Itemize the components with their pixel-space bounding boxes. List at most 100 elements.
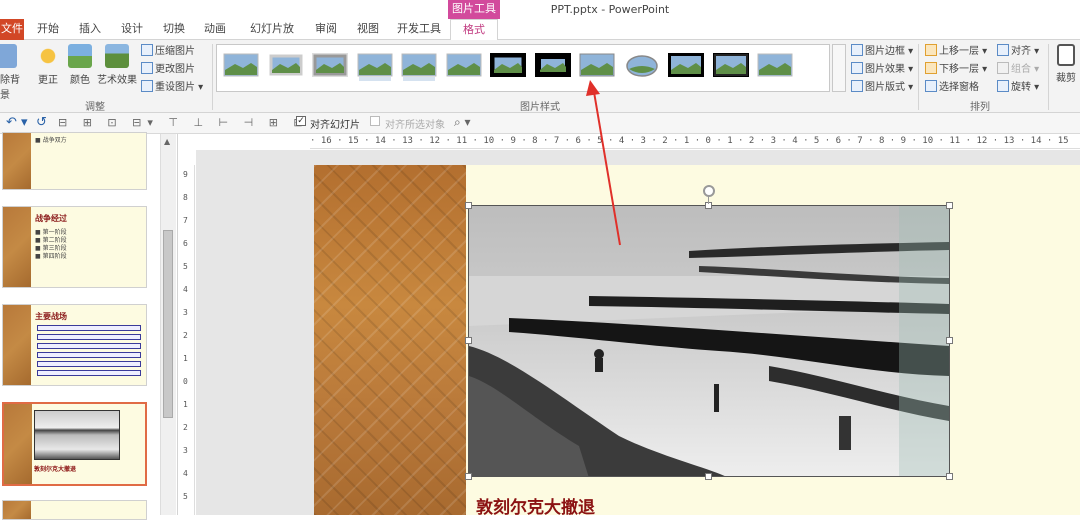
style-thumbnail-svg <box>267 53 304 77</box>
picture-style-option[interactable] <box>401 53 437 81</box>
undo-icon[interactable]: ↶ ▾ <box>6 115 28 130</box>
ruler-tick: 9 <box>183 170 188 179</box>
slide-thumbnail[interactable]: ■ 战争双方 <box>2 132 147 190</box>
slide-bark-decoration <box>3 207 31 287</box>
tab-insert[interactable]: 插入 <box>78 19 102 40</box>
picture-style-option[interactable] <box>445 53 482 81</box>
ruler-tick: 2 <box>183 423 188 432</box>
style-thumbnail-svg <box>623 53 660 77</box>
selected-picture[interactable] <box>468 205 950 477</box>
border-label: 图片边框 <box>865 46 905 57</box>
picture-style-option[interactable] <box>267 53 304 81</box>
tab-design[interactable]: 设计 <box>120 19 144 40</box>
compress-pictures-button[interactable]: 压缩图片 <box>141 43 195 60</box>
picture-style-option[interactable] <box>623 53 660 81</box>
selection-pane-button[interactable]: 选择窗格 <box>925 79 979 96</box>
color-button[interactable]: 颜色 <box>64 42 96 86</box>
slide-thumbnail[interactable]: 主要战场 <box>2 304 147 386</box>
ruler-tick: 5 <box>183 492 188 501</box>
slide-bark-decoration <box>3 305 31 385</box>
rotate-button[interactable]: 旋转 ▾ <box>997 79 1039 96</box>
style-thumbnail-svg <box>445 53 482 77</box>
resize-handle[interactable] <box>705 473 712 480</box>
change-picture-button[interactable]: 更改图片 <box>141 61 195 78</box>
resize-handle[interactable] <box>465 337 472 344</box>
tab-file[interactable]: 文件 <box>0 19 24 40</box>
resize-handle[interactable] <box>946 473 953 480</box>
selection-pane-label: 选择窗格 <box>939 82 979 93</box>
style-thumbnail-svg <box>712 53 749 77</box>
crop-button[interactable]: 裁剪 <box>1052 42 1080 84</box>
artistic-effects-button[interactable]: 艺术效果 <box>96 42 138 86</box>
style-thumbnail-svg <box>490 53 526 77</box>
align-to-slide-checkbox[interactable]: ✓ <box>296 116 306 126</box>
slide-thumbnail[interactable]: 战争经过 ■ 第一阶段 ■ 第二阶段 ■ 第三阶段 ■ 第四阶段 <box>2 206 147 288</box>
thumbnail-scrollbar[interactable]: ▲ <box>160 134 176 515</box>
corrections-button[interactable]: 更正 <box>32 42 64 86</box>
slide-shape <box>37 325 141 331</box>
zoom-icon[interactable]: ⌕ ▾ <box>454 115 471 130</box>
picture-styles-group-label: 图片样式 <box>520 102 560 113</box>
picture-style-option[interactable] <box>534 53 571 81</box>
tab-developer[interactable]: 开发工具 <box>397 19 441 40</box>
resize-handle[interactable] <box>946 202 953 209</box>
slide-thumbnail[interactable] <box>2 500 147 520</box>
remove-background-button[interactable]: 删除背景 <box>0 42 24 101</box>
gallery-scroll[interactable] <box>832 44 846 92</box>
resize-handle[interactable] <box>465 202 472 209</box>
tab-transitions[interactable]: 切换 <box>162 19 186 40</box>
align-button[interactable]: 对齐 ▾ <box>997 43 1039 60</box>
tab-slideshow[interactable]: 幻灯片放映 <box>245 19 299 55</box>
picture-effects-button[interactable]: 图片效果 ▾ <box>851 61 913 78</box>
send-backward-button[interactable]: 下移一层 ▾ <box>925 61 987 78</box>
resize-handle[interactable] <box>465 473 472 480</box>
picture-style-option[interactable] <box>223 53 259 81</box>
bring-forward-button[interactable]: 上移一层 ▾ <box>925 43 987 60</box>
picture-styles-gallery[interactable] <box>216 44 830 92</box>
reset-picture-icon <box>141 80 153 92</box>
scrollbar-thumb[interactable] <box>163 230 173 418</box>
ribbon-tabs: 文件 开始 插入 设计 切换 动画 幻灯片放映 审阅 视图 开发工具 格式 <box>0 19 1080 55</box>
picture-style-option[interactable] <box>312 53 348 81</box>
style-thumbnail-svg <box>223 53 259 77</box>
tab-format[interactable]: 格式 <box>450 19 498 41</box>
picture-style-option[interactable] <box>356 53 393 81</box>
picture-style-option[interactable] <box>579 53 615 81</box>
quick-access-toolbar: ↶ ▾ ↺ ⊟ ⊞ ⊡ ⊟▾ ⊤ ⊥ ⊢ ⊣ ⊞ ⊟ ✓ 对齐幻灯片 对齐所选对… <box>0 113 1080 134</box>
style-thumbnail-svg <box>668 53 704 77</box>
resize-handle[interactable] <box>946 337 953 344</box>
tab-animations[interactable]: 动画 <box>203 19 227 40</box>
align-icon <box>997 44 1009 56</box>
ruler-tick: 2 <box>183 331 188 340</box>
picture-style-option[interactable] <box>712 53 749 81</box>
ruler-tick: 0 <box>183 377 188 386</box>
style-thumbnail-svg <box>312 53 348 77</box>
picture-border-button[interactable]: 图片边框 ▾ <box>851 43 913 60</box>
picture-style-option[interactable] <box>668 53 704 81</box>
send-backward-icon <box>925 62 937 74</box>
ruler-tick: 4 <box>183 285 188 294</box>
slide-thumbnail-selected[interactable]: 敦刻尔克大撤退 <box>2 402 147 486</box>
color-icon <box>68 44 92 68</box>
style-thumbnail-svg <box>534 53 571 77</box>
reset-picture-button[interactable]: 重设图片 ▾ <box>141 79 203 96</box>
slide-caption-text[interactable]: 敦刻尔克大撤退 <box>476 493 595 518</box>
alignment-tools-icon[interactable]: ⊟ ⊞ ⊡ ⊟▾ ⊤ ⊥ ⊢ ⊣ ⊞ ⊟ <box>58 116 309 129</box>
beach-evacuation-photo <box>469 206 949 476</box>
scroll-up-icon[interactable]: ▲ <box>164 137 170 146</box>
picture-layout-button[interactable]: 图片版式 ▾ <box>851 79 913 96</box>
horizontal-ruler: · 16 · 15 · 14 · 13 · 12 · 11 · 10 · 9 ·… <box>310 134 1080 149</box>
tab-home[interactable]: 开始 <box>36 19 60 40</box>
vertical-ruler: 9 8 7 6 5 4 3 2 1 0 1 2 3 4 5 <box>180 165 195 515</box>
tab-review[interactable]: 审阅 <box>314 19 338 40</box>
picture-style-option[interactable] <box>490 53 526 81</box>
slide-shape <box>37 352 141 358</box>
picture-style-option[interactable] <box>757 53 793 81</box>
slide-photo-thumbnail <box>34 410 120 460</box>
rotate-handle-icon[interactable] <box>703 185 715 197</box>
group-button[interactable]: 组合 ▾ <box>997 61 1039 78</box>
align-label: 对齐 <box>1011 46 1031 57</box>
align-selected-checkbox[interactable] <box>370 116 380 126</box>
redo-icon[interactable]: ↺ <box>36 115 47 130</box>
tab-view[interactable]: 视图 <box>356 19 380 40</box>
